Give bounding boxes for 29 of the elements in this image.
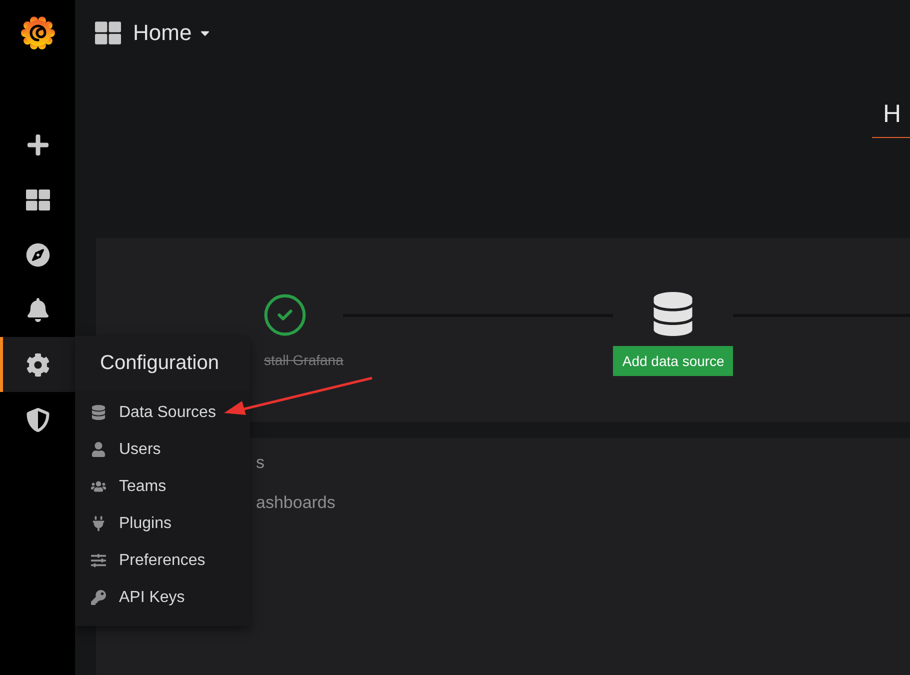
grid-icon bbox=[95, 20, 121, 46]
step-label: stall Grafana bbox=[264, 352, 344, 368]
menu-item[interactable]: Teams bbox=[75, 468, 250, 505]
add-data-source-button[interactable]: Add data source bbox=[613, 346, 734, 376]
settings-icon bbox=[26, 352, 50, 376]
menu-item[interactable]: Users bbox=[75, 431, 250, 468]
menu-title: Configuration bbox=[75, 336, 250, 390]
user-icon bbox=[89, 442, 107, 457]
key-icon bbox=[89, 590, 107, 605]
database-icon bbox=[651, 292, 696, 336]
plus-icon bbox=[26, 132, 50, 156]
database-icon bbox=[89, 405, 107, 420]
sliders-icon bbox=[89, 553, 107, 568]
check-circle-icon bbox=[262, 292, 308, 338]
menu-item[interactable]: Preferences bbox=[75, 542, 250, 579]
menu-item[interactable]: API Keys bbox=[75, 579, 250, 616]
users-icon bbox=[89, 479, 107, 494]
logo-icon[interactable] bbox=[20, 14, 56, 50]
menu-item[interactable]: Data Sources bbox=[75, 394, 250, 431]
compass-icon bbox=[26, 242, 50, 266]
shield-icon bbox=[26, 408, 50, 432]
bell-icon bbox=[26, 298, 50, 322]
grid-icon bbox=[26, 188, 50, 212]
page-title: H bbox=[872, 99, 910, 138]
list-item[interactable]: s bbox=[256, 452, 264, 474]
sidebar-item[interactable] bbox=[0, 337, 76, 392]
list-item[interactable]: ashboards bbox=[256, 492, 336, 514]
menu-item[interactable]: Plugins bbox=[75, 505, 250, 542]
dashboard-title-dropdown[interactable]: Home bbox=[133, 20, 212, 46]
